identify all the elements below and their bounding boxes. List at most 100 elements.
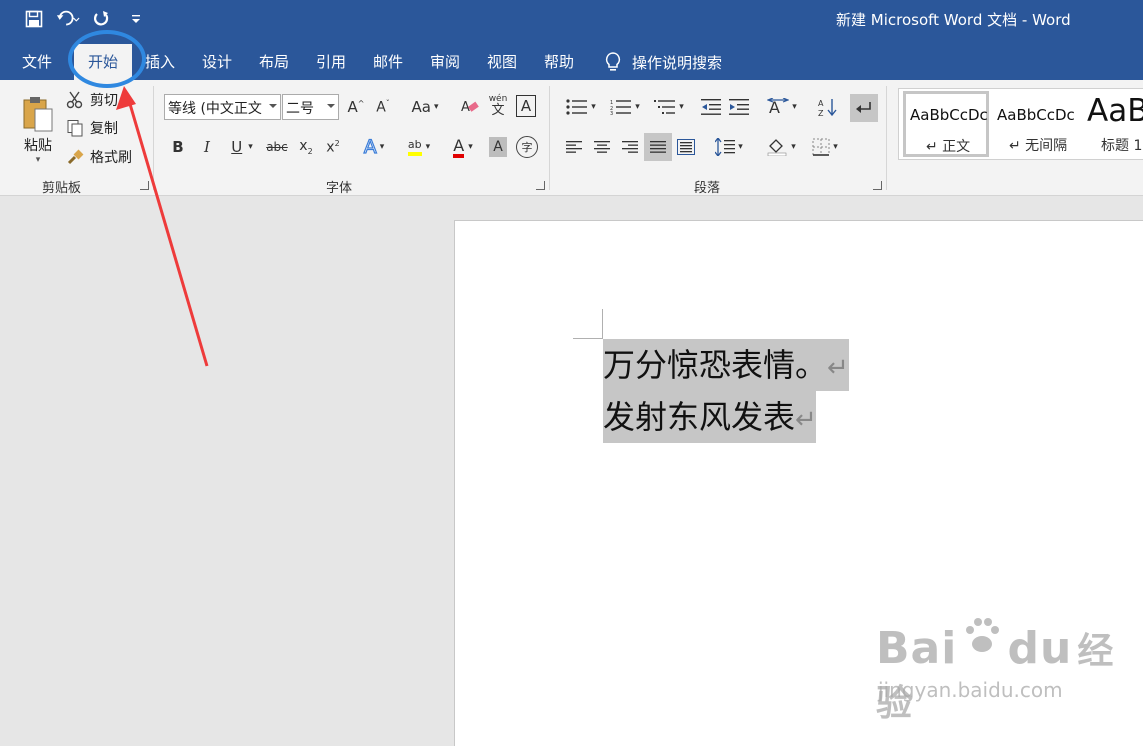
character-shading-button[interactable]: A (489, 137, 507, 157)
svg-text:3: 3 (610, 111, 613, 115)
style-sample: AaB (1087, 93, 1143, 129)
return-arrow-icon (856, 102, 871, 113)
eraser-icon: A (461, 100, 479, 115)
watermark-main2: du (1007, 623, 1073, 674)
document-line[interactable]: 发射东风发表↵ (603, 391, 817, 443)
font-group-label: 字体 (326, 181, 353, 196)
multilevel-list-icon (654, 100, 676, 114)
tab-view[interactable]: 视图 (487, 51, 517, 72)
show-hide-marks-button[interactable] (850, 94, 878, 122)
phonetic-guide-button[interactable]: wén 文 (486, 93, 510, 119)
undo-icon[interactable] (56, 8, 80, 30)
tab-mailings[interactable]: 邮件 (373, 51, 403, 72)
save-icon[interactable] (22, 8, 46, 30)
shrink-font-button[interactable]: Aˇ (372, 96, 394, 118)
ribbon-tabs: 文件 开始 插入 设计 布局 引用 邮件 审阅 视图 帮助 操作说明搜索 (0, 38, 1143, 80)
clear-formatting-button[interactable]: A (458, 96, 482, 118)
chevron-down-icon: ▾ (679, 102, 684, 112)
chinese-layout-icon: A (767, 98, 790, 116)
underline-button[interactable]: U ▾ (224, 136, 260, 158)
font-color-button[interactable]: A ▾ (444, 135, 482, 159)
font-size-combo[interactable]: 二号 (282, 94, 339, 120)
window-title: 新建 Microsoft Word 文档 - Word (836, 11, 1071, 29)
enclose-characters-button[interactable]: 字 (516, 136, 538, 158)
font-launcher-icon[interactable] (536, 181, 545, 190)
line-spacing-button[interactable]: ▾ (711, 136, 747, 158)
clipboard-group-label: 剪贴板 (42, 181, 82, 196)
align-left-button[interactable] (565, 136, 583, 158)
tell-me-search[interactable]: 操作说明搜索 (604, 51, 722, 73)
font-name-combo[interactable]: 等线 (中文正文 (164, 94, 281, 120)
text-effects-icon: A (363, 135, 377, 158)
paragraph-mark: ↵ (827, 353, 849, 383)
style-sample: AaBbCcDc (997, 106, 1075, 124)
paste-button[interactable]: 粘贴 ▾ (18, 88, 58, 172)
subscript-icon: x2 (299, 138, 313, 156)
tab-design[interactable]: 设计 (202, 51, 232, 72)
paint-bucket-icon (767, 139, 787, 156)
tab-help[interactable]: 帮助 (544, 51, 574, 72)
document-line[interactable]: 万分惊恐表情。↵ (603, 339, 849, 391)
change-case-label: Aa (411, 98, 431, 116)
chevron-down-icon: ▾ (379, 142, 385, 152)
cut-label: 剪切 (90, 93, 118, 109)
bold-button[interactable]: B (168, 136, 188, 158)
grow-font-button[interactable]: A^ (345, 96, 367, 118)
chevron-down-icon (269, 104, 277, 108)
chevron-down-icon: ▾ (425, 142, 431, 152)
text-effects-button[interactable]: A ▾ (359, 135, 389, 159)
cut-button[interactable]: 剪切 (66, 89, 118, 111)
shading-button[interactable]: ▾ (762, 136, 800, 158)
align-right-button[interactable] (621, 136, 639, 158)
increase-indent-button[interactable] (728, 96, 750, 118)
change-case-button[interactable]: Aa ▾ (406, 96, 444, 118)
copy-label: 复制 (90, 121, 118, 137)
decrease-indent-button[interactable] (700, 96, 722, 118)
tab-insert[interactable]: 插入 (145, 51, 175, 72)
numbered-list-icon: 123 (610, 100, 632, 115)
chinese-layout-button[interactable]: A ▾ (763, 96, 801, 118)
increase-indent-icon (729, 99, 749, 115)
style-no-spacing[interactable]: AaBbCcDc ↵ 无间隔 (993, 91, 1081, 157)
style-heading-1[interactable]: AaB 标题 1 (1085, 91, 1143, 157)
align-right-icon (622, 141, 638, 153)
redo-icon[interactable] (90, 8, 114, 30)
strikethrough-button[interactable]: abc (265, 136, 289, 158)
clipboard-launcher-icon[interactable] (140, 181, 149, 190)
paragraph-launcher-icon[interactable] (873, 181, 882, 190)
crop-mark (602, 309, 603, 339)
chevron-down-icon (327, 104, 335, 108)
italic-button[interactable]: I (197, 136, 217, 158)
group-separator (886, 86, 887, 190)
character-border-button[interactable]: A (516, 95, 536, 117)
distributed-button[interactable] (676, 136, 696, 158)
sort-button[interactable]: AZ (817, 96, 839, 118)
tab-review[interactable]: 审阅 (430, 51, 460, 72)
chevron-down-icon: ▾ (635, 102, 640, 112)
borders-button[interactable]: ▾ (806, 136, 844, 158)
copy-button[interactable]: 复制 (66, 117, 118, 139)
subscript-button[interactable]: x2 (296, 136, 316, 158)
superscript-button[interactable]: x2 (323, 136, 343, 158)
bold-icon: B (172, 138, 184, 156)
tab-file[interactable]: 文件 (22, 51, 52, 72)
customize-qat-icon[interactable] (124, 8, 148, 30)
decrease-indent-icon (701, 99, 721, 115)
format-painter-button[interactable]: 格式刷 (66, 146, 132, 168)
annotation-circle (68, 30, 146, 88)
align-center-button[interactable] (593, 136, 611, 158)
tab-references[interactable]: 引用 (316, 51, 346, 72)
shrink-font-icon: Aˇ (376, 98, 390, 116)
justify-button[interactable] (644, 133, 672, 161)
paragraph-mark: ↵ (795, 405, 817, 435)
watermark-url: jingyan.baidu.com (878, 678, 1063, 702)
strikethrough-icon: abc (266, 140, 288, 154)
multilevel-list-button[interactable]: ▾ (650, 96, 688, 118)
chevron-down-icon: ▾ (248, 142, 253, 152)
numbering-button[interactable]: 1 2 3 ▾ (606, 96, 644, 118)
style-normal[interactable]: AaBbCcDc ↵ 正文 (903, 91, 989, 157)
bullets-button[interactable]: ▾ (562, 96, 600, 118)
highlight-button[interactable]: ab ▾ (400, 135, 438, 159)
lightbulb-icon (605, 52, 621, 71)
tab-layout[interactable]: 布局 (259, 51, 289, 72)
